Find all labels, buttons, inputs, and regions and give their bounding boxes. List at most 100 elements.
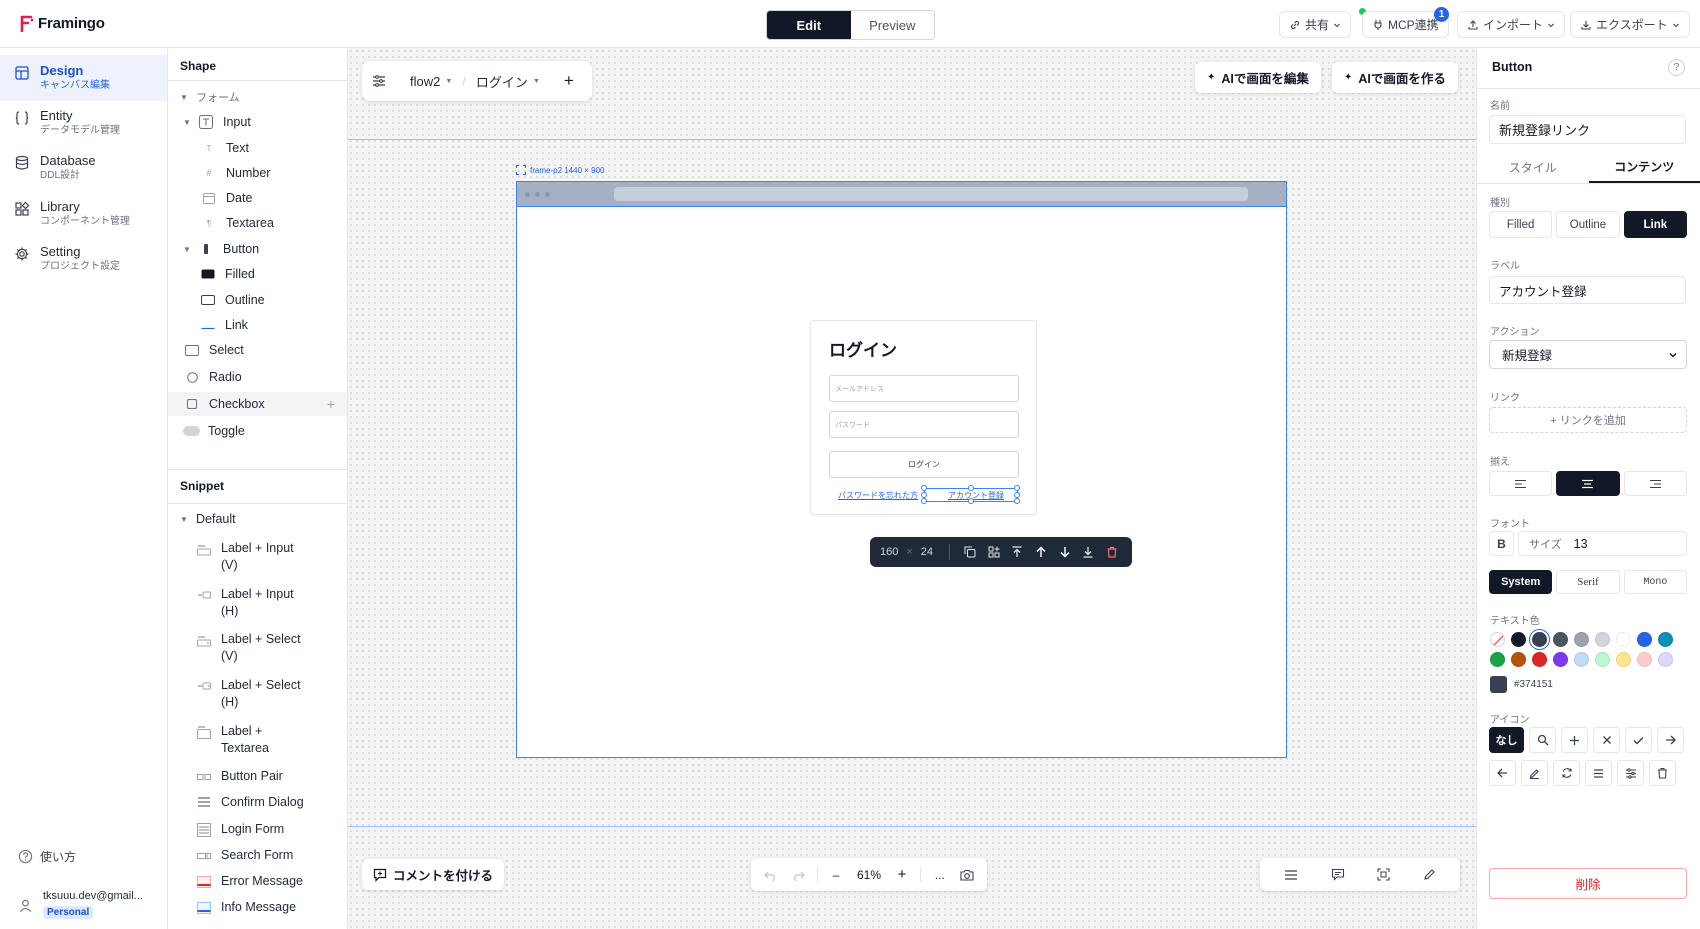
align-left-button[interactable] (1489, 471, 1553, 496)
shape-input[interactable]: ▼ Input (168, 110, 347, 134)
color-swatch[interactable] (1574, 632, 1589, 647)
tab-content[interactable]: コンテンツ (1588, 152, 1700, 183)
icon-option-menu[interactable] (1585, 760, 1612, 786)
bold-toggle[interactable]: B (1489, 531, 1514, 556)
snippet-item[interactable]: Label + Select (V) (168, 631, 347, 665)
color-swatch[interactable] (1532, 632, 1547, 647)
component-button[interactable] (982, 540, 1006, 564)
snippet-group-default[interactable]: ▼ Default (168, 507, 347, 531)
zoom-level[interactable]: 61% (850, 868, 887, 882)
name-input[interactable]: 新規登録リンク (1489, 115, 1686, 144)
shape-outline[interactable]: Outline (168, 288, 347, 312)
pen-icon[interactable] (1423, 868, 1436, 881)
snippet-item[interactable]: Label + Select (H) (168, 677, 347, 711)
icon-option-search[interactable] (1529, 727, 1556, 753)
sliders-icon[interactable] (372, 74, 386, 88)
help-button[interactable]: ? (1668, 59, 1685, 76)
element-width[interactable]: 160 (880, 546, 898, 558)
kind-link-button[interactable]: Link (1623, 211, 1687, 238)
screen-frame[interactable]: ログイン メールアドレス パスワード ログイン パスワードを忘れた方 アカウント… (516, 181, 1287, 758)
kind-filled-button[interactable]: Filled (1489, 211, 1553, 238)
shape-select[interactable]: Select (168, 338, 347, 362)
edit-mode-button[interactable]: Edit (767, 11, 851, 39)
font-serif-button[interactable]: Serif (1556, 570, 1620, 594)
resize-handle[interactable] (1014, 498, 1020, 504)
nav-item-entity[interactable]: Entity データモデル管理 (0, 100, 167, 146)
snippet-item[interactable]: Label + Textarea (168, 723, 347, 757)
resize-handle[interactable] (921, 498, 927, 504)
snippet-item[interactable]: Button Pair (168, 768, 347, 785)
forgot-password-link-mock[interactable]: パスワードを忘れた方 (838, 490, 918, 501)
redo-button[interactable] (786, 861, 811, 889)
add-link-button[interactable]: + リンクを追加 (1489, 407, 1687, 433)
resize-handle[interactable] (921, 485, 927, 491)
group-form[interactable]: ▼ フォーム (168, 85, 347, 109)
color-swatch[interactable] (1490, 652, 1505, 667)
snippet-item[interactable]: Error Message (168, 873, 347, 890)
import-button[interactable]: インポート (1457, 11, 1566, 38)
flow-selector[interactable]: flow2 ▼ (410, 74, 452, 89)
icon-option-close[interactable] (1593, 727, 1620, 753)
icon-option-arrow-left[interactable] (1489, 760, 1516, 786)
shape-text[interactable]: T Text (168, 136, 347, 160)
screen-selector[interactable]: ログイン ▼ (476, 72, 540, 91)
send-to-back-button[interactable] (1077, 540, 1101, 564)
color-swatch[interactable] (1637, 652, 1652, 667)
color-swatch[interactable] (1658, 652, 1673, 667)
bring-to-front-button[interactable] (1005, 540, 1029, 564)
bring-forward-button[interactable] (1029, 540, 1053, 564)
message-icon[interactable] (1331, 868, 1345, 881)
color-swatch[interactable] (1574, 652, 1589, 667)
fit-screen-icon[interactable] (1377, 868, 1390, 881)
color-swatch[interactable] (1616, 652, 1631, 667)
shape-number[interactable]: # Number (168, 161, 347, 185)
icon-option-arrow-right[interactable] (1657, 727, 1684, 753)
icon-option-trash[interactable] (1649, 760, 1676, 786)
color-swatch[interactable] (1511, 632, 1526, 647)
snippet-item[interactable]: Confirm Dialog (168, 794, 347, 811)
current-color-hex[interactable]: #374151 (1514, 679, 1553, 690)
export-button[interactable]: エクスポート (1570, 11, 1690, 38)
font-size-field[interactable]: サイズ 13 (1518, 531, 1687, 556)
duplicate-button[interactable] (958, 540, 982, 564)
icon-option-refresh[interactable] (1553, 760, 1580, 786)
ai-create-screen-button[interactable]: ✦ AIで画面を作る (1332, 62, 1458, 93)
snippet-item[interactable]: Info Message (168, 899, 347, 916)
color-swatch[interactable] (1658, 632, 1673, 647)
add-screen-icon[interactable]: + (564, 71, 574, 91)
nav-item-setting[interactable]: Setting プロジェクト設定 (0, 236, 167, 282)
password-input-mock[interactable]: パスワード (829, 411, 1019, 438)
shape-filled[interactable]: Filled (168, 262, 347, 286)
add-comment-button[interactable]: コメントを付ける (362, 859, 505, 890)
color-swatch[interactable] (1532, 652, 1547, 667)
icon-option-plus[interactable] (1561, 727, 1588, 753)
resize-handle[interactable] (968, 498, 974, 504)
delete-button[interactable]: 削除 (1489, 868, 1687, 899)
delete-element-button[interactable] (1100, 540, 1124, 564)
add-shape-icon[interactable]: + (327, 396, 335, 412)
frame-label[interactable]: frame-p2 1440 × 900 (516, 165, 605, 175)
shape-link[interactable]: Link (168, 313, 347, 337)
design-canvas[interactable]: flow2 ▼ / ログイン ▼ + ✦ AIで画面を編集 ✦ AIで画面を作る… (348, 48, 1476, 929)
current-color-swatch[interactable] (1490, 676, 1507, 693)
nav-item-database[interactable]: Database DDL設計 (0, 145, 167, 191)
screenshot-button[interactable] (954, 861, 979, 889)
icon-none-button[interactable]: なし (1489, 727, 1524, 753)
more-options-button[interactable]: ... (927, 861, 952, 889)
shape-date[interactable]: Date (168, 186, 347, 210)
email-input-mock[interactable]: メールアドレス (829, 375, 1019, 402)
send-backward-button[interactable] (1053, 540, 1077, 564)
app-logo[interactable]: Framingo (20, 14, 105, 32)
snippet-item[interactable]: Label + Input (V) (168, 540, 347, 574)
resize-handle[interactable] (1014, 485, 1020, 491)
action-select[interactable]: 新規登録 (1489, 340, 1687, 369)
resize-handle[interactable] (968, 485, 974, 491)
tab-style[interactable]: スタイル (1477, 152, 1589, 183)
shape-textarea[interactable]: ¶ Textarea (168, 211, 347, 235)
color-swatch[interactable] (1595, 652, 1610, 667)
list-icon[interactable] (1284, 869, 1298, 881)
font-mono-button[interactable]: Mono (1623, 570, 1687, 594)
font-system-button[interactable]: System (1489, 570, 1553, 594)
color-swatch[interactable] (1637, 632, 1652, 647)
icon-option-check[interactable] (1625, 727, 1652, 753)
